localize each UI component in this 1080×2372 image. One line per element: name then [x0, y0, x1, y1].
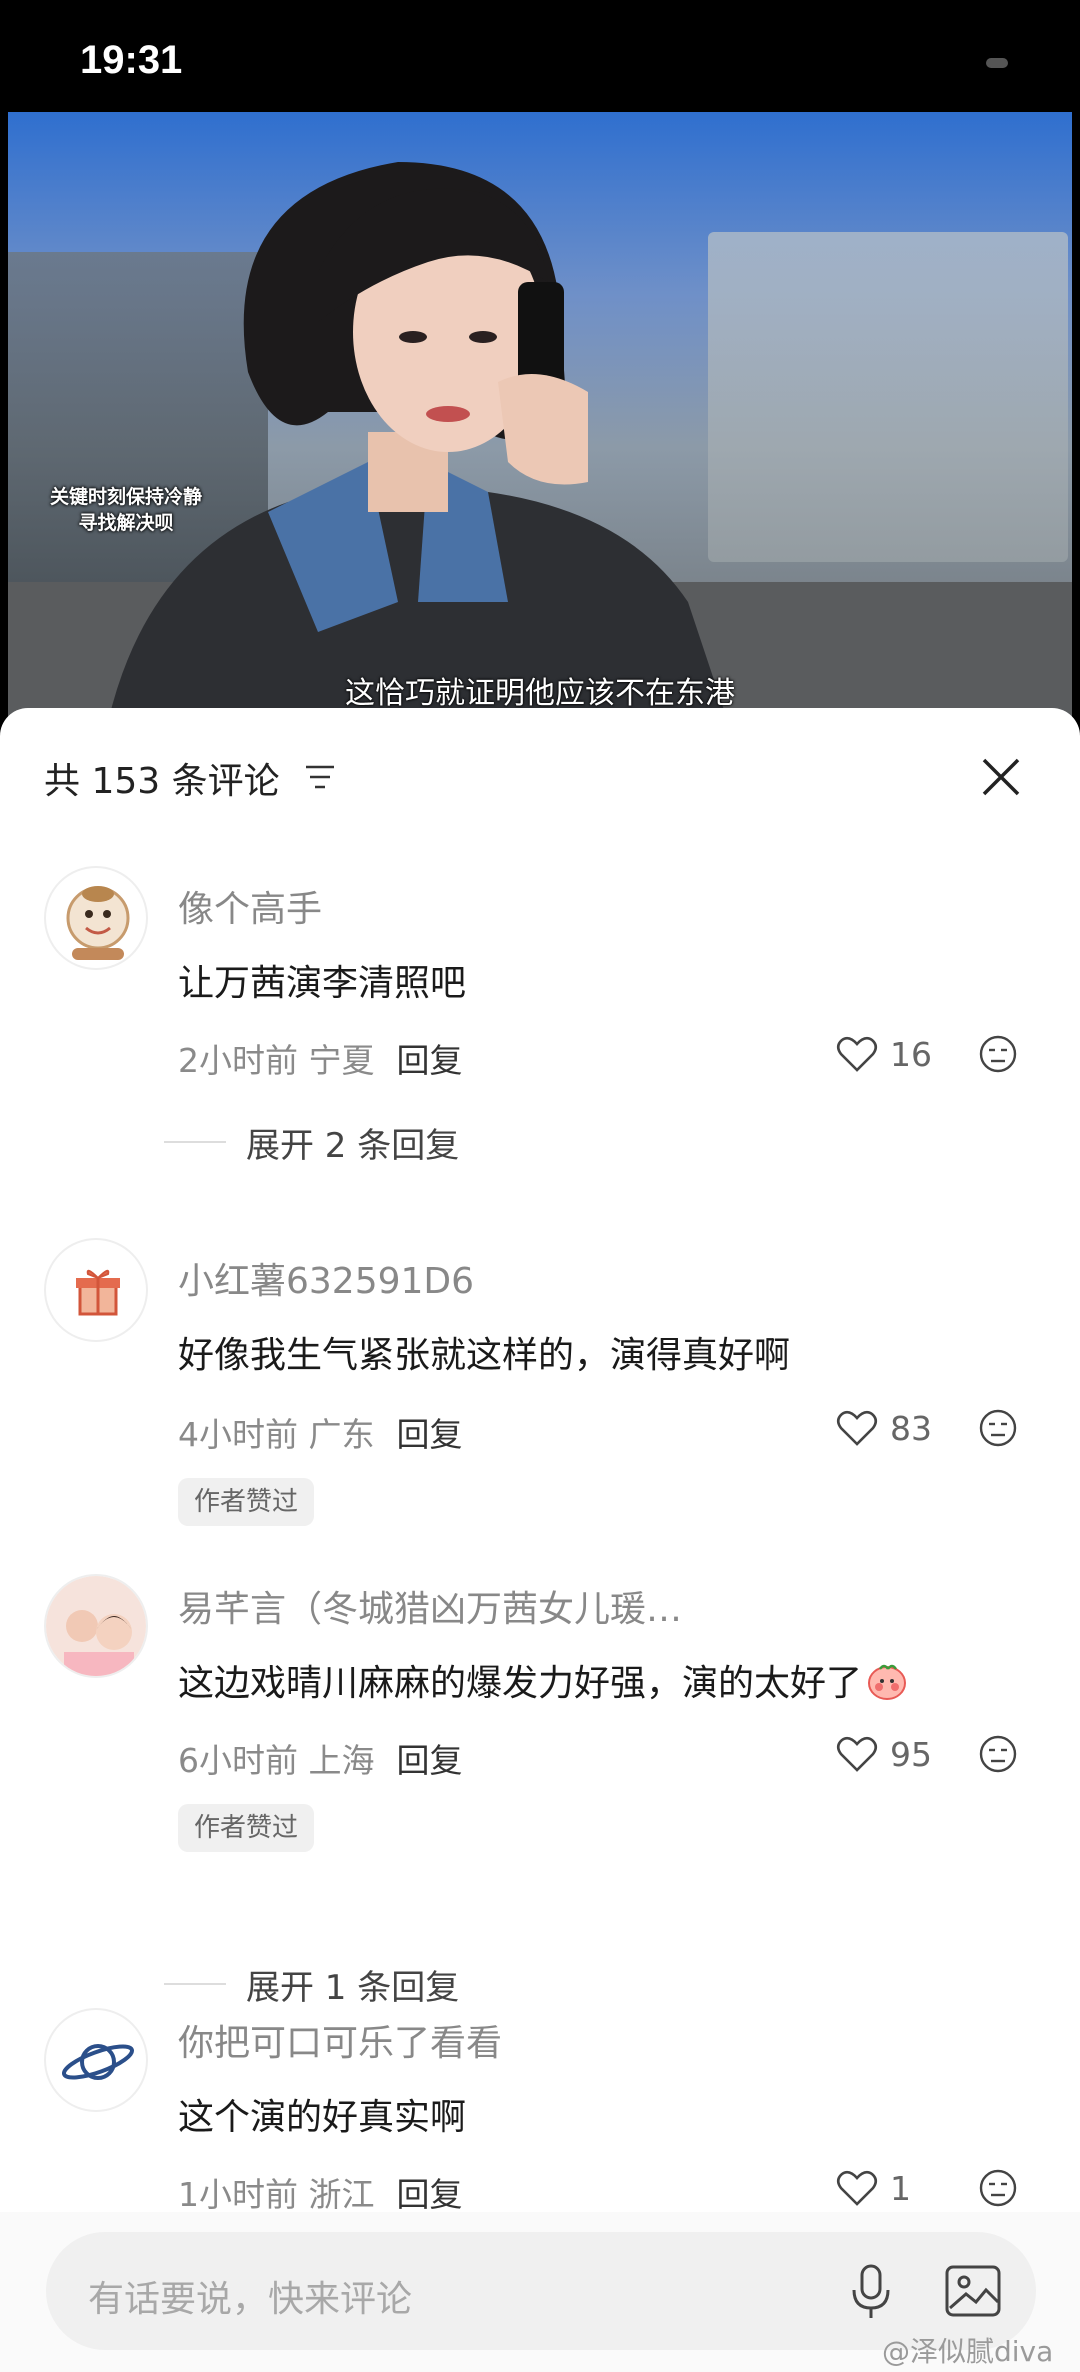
- expand-divider: [164, 1983, 226, 1985]
- heart-icon: [836, 1410, 878, 1446]
- heart-icon: [836, 1036, 878, 1072]
- reply-button[interactable]: 回复: [397, 1041, 463, 1080]
- reply-button[interactable]: 回复: [397, 1415, 463, 1454]
- comment-meta: 1小时前 浙江 回复: [178, 2168, 463, 2216]
- comment-sheet-header: 共 153 条评论: [0, 708, 1080, 818]
- expand-replies-label: 展开 1 条回复: [246, 1967, 460, 2008]
- comment-text: 这个演的好真实啊: [178, 2097, 467, 2138]
- like-count: 95: [890, 1734, 932, 1774]
- video-player[interactable]: 关键时刻保持冷静 寻找解决呗 这恰巧就证明他应该不在东港: [8, 112, 1072, 722]
- avatar[interactable]: [44, 866, 148, 970]
- comment-meta: 4小时前 广东 回复: [178, 1408, 463, 1456]
- comment-username[interactable]: 小红薯632591D6: [178, 1252, 474, 1304]
- photo-avatar-icon: [46, 1576, 146, 1676]
- comment-username[interactable]: 像个高手: [178, 880, 322, 932]
- like-button[interactable]: 1: [836, 2166, 911, 2210]
- overlay-caption-line-2: 寻找解决呗: [78, 512, 174, 534]
- image-icon[interactable]: [944, 2264, 1002, 2318]
- comment-text: 这边戏晴川麻麻的爆发力好强，演的太好了: [178, 1654, 908, 1706]
- comment-username[interactable]: 你把可口可乐了看看: [178, 2014, 502, 2066]
- comment-username[interactable]: 易芊言（冬城猎凶万茜女儿瑗…: [178, 1580, 682, 1632]
- avatar[interactable]: [44, 1238, 148, 1342]
- reply-button[interactable]: 回复: [397, 1741, 463, 1780]
- like-button[interactable]: 83: [836, 1406, 932, 1450]
- like-count: 16: [890, 1034, 932, 1074]
- overlay-caption-line-1: 关键时刻保持冷静: [50, 486, 203, 508]
- expand-replies-label: 展开 2 条回复: [246, 1125, 460, 1166]
- comment-meta: 2小时前 宁夏 回复: [178, 1034, 463, 1082]
- comment-meta: 6小时前 上海 回复: [178, 1734, 463, 1782]
- comment-text: 让万茜演李清照吧: [178, 963, 467, 1004]
- like-count: 83: [890, 1408, 932, 1448]
- comment-time-location: 1小时前 浙江: [178, 2175, 375, 2214]
- author-liked-badge: 作者赞过: [178, 1478, 315, 1526]
- dislike-face-icon[interactable]: [978, 1034, 1018, 1074]
- status-time: 19:31: [80, 38, 183, 82]
- comment-sheet: 共 153 条评论 像个高手 让万茜演李清照吧 2小时前 宁夏 回复 16 展开…: [0, 708, 1080, 2372]
- heart-icon: [836, 1736, 878, 1772]
- status-indicator: [986, 58, 1008, 68]
- dislike-face-icon[interactable]: [978, 2168, 1018, 2208]
- author-liked-badge: 作者赞过: [178, 1804, 315, 1852]
- video-person-illustration: [108, 162, 728, 722]
- planet-icon: [61, 2044, 135, 2080]
- expand-divider: [164, 1141, 226, 1143]
- heart-icon: [836, 2170, 878, 2206]
- comment-time-location: 2小时前 宁夏: [178, 1041, 375, 1080]
- gift-icon: [76, 1269, 120, 1316]
- expand-replies-button[interactable]: 展开 2 条回复: [164, 1120, 460, 1166]
- comment-count: 共 153 条评论: [44, 761, 280, 802]
- like-button[interactable]: 16: [836, 1032, 932, 1076]
- comment-input-placeholder: 有话要说，快来评论: [88, 2279, 413, 2320]
- blushing-emoji-icon: [868, 1664, 907, 1700]
- expand-replies-button[interactable]: 展开 1 条回复: [164, 1962, 460, 2008]
- avatar[interactable]: [44, 1574, 148, 1678]
- dislike-face-icon[interactable]: [978, 1734, 1018, 1774]
- comment-text: 好像我生气紧张就这样的，演得真好啊: [178, 1335, 791, 1376]
- like-count: 1: [890, 2168, 911, 2208]
- comment-time-location: 6小时前 上海: [178, 1741, 375, 1780]
- video-subtitle: 这恰巧就证明他应该不在东港: [345, 676, 735, 711]
- microphone-icon[interactable]: [846, 2262, 896, 2322]
- status-bar: 19:31: [0, 0, 1080, 112]
- filter-icon[interactable]: [304, 764, 336, 790]
- like-button[interactable]: 95: [836, 1732, 932, 1776]
- watermark: @泽似腻diva: [882, 2335, 1054, 2368]
- close-icon[interactable]: [980, 756, 1022, 798]
- dislike-face-icon[interactable]: [978, 1408, 1018, 1448]
- avatar[interactable]: [44, 2008, 148, 2112]
- comment-text-content: 这边戏晴川麻麻的爆发力好强，演的太好了: [178, 1663, 863, 1704]
- mascot-avatar-icon: [66, 886, 130, 960]
- reply-button[interactable]: 回复: [397, 2175, 463, 2214]
- video-overlay-caption: 关键时刻保持冷静 寻找解决呗: [50, 484, 202, 536]
- comment-time-location: 4小时前 广东: [178, 1415, 375, 1454]
